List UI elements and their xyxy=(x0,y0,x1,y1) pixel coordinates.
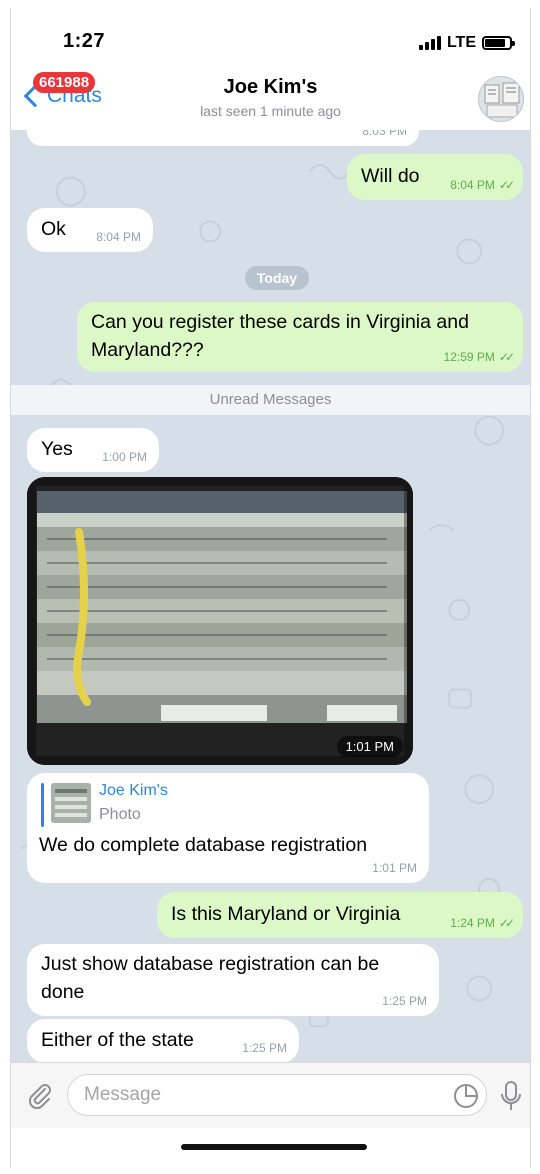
message-text: Either of the state xyxy=(41,1029,194,1051)
message-bubble-outgoing[interactable]: Is this Maryland or Virginia 1:24 PM ✓✓ xyxy=(157,892,523,938)
message-time: 1:00 PM xyxy=(102,449,147,464)
unread-separator: Unread Messages xyxy=(11,385,530,415)
message-time: 1:25 PM xyxy=(382,993,427,1008)
message-bubble-outgoing[interactable]: Will do 8:04 PM ✓✓ xyxy=(347,154,523,200)
battery-icon xyxy=(482,36,515,50)
message-text: Will do xyxy=(361,165,420,187)
last-seen-status: last seen 1 minute ago xyxy=(200,103,341,119)
message-time: 8:04 PM xyxy=(450,177,495,192)
message-text: Can you register these cards in Virginia… xyxy=(91,311,469,362)
reply-message-bubble[interactable]: Joe Kim's Photo We do complete database … xyxy=(27,773,429,883)
status-time: 1:27 xyxy=(63,30,106,52)
message-bubble-outgoing[interactable]: Can you register these cards in Virginia… xyxy=(77,302,523,372)
message-list[interactable]: 8:03 PM Will do 8:04 PM ✓✓ Ok 8:04 PM To… xyxy=(11,130,530,1062)
date-separator: Today xyxy=(245,266,309,290)
message-text: Ok xyxy=(41,218,66,240)
avatar[interactable] xyxy=(478,76,524,122)
reply-accent-bar xyxy=(41,783,44,827)
message-bubble-incoming[interactable]: Ok 8:04 PM xyxy=(27,208,153,252)
message-text: We do complete database registration xyxy=(39,834,368,856)
message-time: 12:59 PM xyxy=(443,349,495,364)
message-text: Just show database registration can be d… xyxy=(41,953,380,1004)
message-input[interactable]: Message xyxy=(67,1074,487,1116)
message-time: 1:01 PM xyxy=(372,860,417,875)
reply-media-type: Photo xyxy=(99,806,141,823)
photo-image xyxy=(27,477,413,765)
message-input-bar: Message xyxy=(11,1062,530,1128)
message-bubble-incoming[interactable]: Just show database registration can be d… xyxy=(27,944,439,1016)
network-label: LTE xyxy=(446,34,476,51)
photo-time: 1:01 PM xyxy=(336,736,403,757)
message-bubble[interactable]: 8:03 PM xyxy=(27,130,419,146)
message-time: 8:04 PM xyxy=(96,229,141,244)
message-text: Yes xyxy=(41,438,73,460)
message-bubble-incoming[interactable]: Yes 1:00 PM xyxy=(27,428,159,472)
chat-header: Chats 661988 Joe Kim's last seen 1 minut… xyxy=(11,70,530,130)
home-indicator[interactable] xyxy=(181,1144,367,1150)
reply-thumbnail xyxy=(51,783,91,823)
paperclip-icon[interactable] xyxy=(25,1081,55,1111)
message-time: 1:25 PM xyxy=(242,1040,287,1055)
signal-icon xyxy=(418,36,441,50)
check-icon: ✓✓ xyxy=(498,349,515,364)
message-text: Is this Maryland or Virginia xyxy=(171,903,401,925)
check-icon: ✓✓ xyxy=(498,177,515,192)
sticker-icon[interactable] xyxy=(453,1083,479,1109)
message-meta: 1:24 PM ✓✓ xyxy=(450,915,515,932)
message-meta: 12:59 PM ✓✓ xyxy=(443,349,516,366)
phone-screen: 1:27 LTE Chats 661988 Joe Kim's last see… xyxy=(10,8,531,1168)
reply-sender-name: Joe Kim's xyxy=(99,782,168,799)
message-meta: 8:04 PM ✓✓ xyxy=(450,177,515,194)
message-bubble-incoming[interactable]: Either of the state 1:25 PM xyxy=(27,1019,299,1062)
message-time: 8:03 PM xyxy=(362,130,407,138)
chat-title[interactable]: Joe Kim's xyxy=(11,76,530,99)
message-time: 1:24 PM xyxy=(450,915,495,930)
photo-message[interactable]: 1:01 PM xyxy=(27,477,413,765)
microphone-icon[interactable] xyxy=(499,1080,523,1112)
status-bar: 1:27 LTE xyxy=(11,8,530,70)
check-icon: ✓✓ xyxy=(498,915,515,930)
status-indicators: LTE xyxy=(418,34,515,52)
